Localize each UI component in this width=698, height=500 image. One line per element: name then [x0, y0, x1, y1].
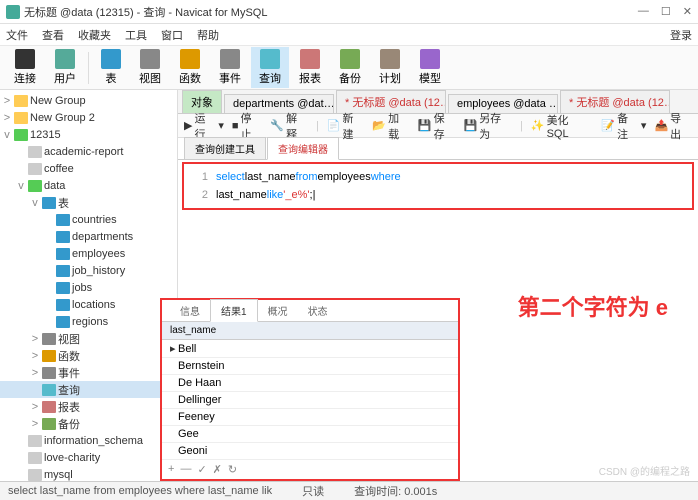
result-controls[interactable]: +—✓✗↻ — [162, 460, 458, 479]
results-panel: 信息 结果1 概况 状态 last_name ▸BellBernsteinDe … — [160, 298, 460, 481]
status-time: 查询时间: 0.001s — [354, 483, 437, 499]
toolbar-查询[interactable]: 查询 — [251, 47, 289, 88]
table-row[interactable]: De Haan — [162, 375, 458, 392]
tree-报表[interactable]: >报表 — [0, 398, 177, 415]
table-row[interactable]: Geoni — [162, 443, 458, 460]
tab-profile[interactable]: 概况 — [258, 300, 298, 321]
tree-备份[interactable]: >备份 — [0, 415, 177, 432]
toolbar-表[interactable]: 表 — [93, 47, 129, 88]
toolbar-报表[interactable]: 报表 — [291, 47, 329, 88]
save-button[interactable]: 💾 保存 — [418, 110, 456, 142]
tree-job_history[interactable]: job_history — [0, 262, 177, 279]
toolbar-用户[interactable]: 用户 — [46, 47, 84, 88]
tree-countries[interactable]: countries — [0, 211, 177, 228]
toolbar-函数[interactable]: 函数 — [171, 47, 209, 88]
tree-information_schema[interactable]: information_schema — [0, 432, 177, 449]
tree-表[interactable]: v表 — [0, 194, 177, 211]
toolbar-连接[interactable]: 连接 — [6, 47, 44, 88]
menu-帮助[interactable]: 帮助 — [197, 27, 219, 43]
login-link[interactable]: 登录 — [670, 27, 692, 43]
tab-query-builder[interactable]: 查询创建工具 — [184, 137, 266, 159]
tab-info[interactable]: 信息 — [170, 300, 210, 321]
tree-mysql[interactable]: mysql — [0, 466, 177, 481]
tree-data[interactable]: vdata — [0, 177, 177, 194]
status-readonly: 只读 — [302, 483, 324, 499]
app-icon — [6, 5, 20, 19]
toolbar-事件[interactable]: 事件 — [211, 47, 249, 88]
toolbar-备份[interactable]: 备份 — [331, 47, 369, 88]
menu-收藏夹[interactable]: 收藏夹 — [78, 27, 111, 43]
tree-查询[interactable]: 查询 — [0, 381, 177, 398]
tree-love-charity[interactable]: love-charity — [0, 449, 177, 466]
tree-事件[interactable]: >事件 — [0, 364, 177, 381]
tree-employees[interactable]: employees — [0, 245, 177, 262]
maximize-button[interactable]: ☐ — [661, 5, 671, 18]
toolbar-视图[interactable]: 视图 — [131, 47, 169, 88]
export-button[interactable]: 📤 导出 — [654, 110, 692, 142]
watermark: CSDN @的编程之路 — [599, 463, 690, 478]
menu-查看[interactable]: 查看 — [42, 27, 64, 43]
tree-academic-report[interactable]: academic-report — [0, 143, 177, 160]
toolbar-计划[interactable]: 计划 — [371, 47, 409, 88]
table-row[interactable]: ▸Bell — [162, 340, 458, 358]
tree-locations[interactable]: locations — [0, 296, 177, 313]
table-row[interactable]: Bernstein — [162, 358, 458, 375]
menu-窗口[interactable]: 窗口 — [161, 27, 183, 43]
tab-query-editor[interactable]: 查询编辑器 — [267, 137, 339, 160]
close-button[interactable]: ✕ — [683, 5, 692, 18]
menu-文件[interactable]: 文件 — [6, 27, 28, 43]
note-button[interactable]: 📝 备注 ▾ — [601, 110, 646, 142]
tree-regions[interactable]: regions — [0, 313, 177, 330]
tree-departments[interactable]: departments — [0, 228, 177, 245]
tree-New Group[interactable]: >New Group — [0, 92, 177, 109]
beautify-button[interactable]: ✨ 美化 SQL — [531, 112, 594, 140]
status-sql: select last_name from employees where la… — [8, 485, 272, 497]
menu-工具[interactable]: 工具 — [125, 27, 147, 43]
table-row[interactable]: Feeney — [162, 409, 458, 426]
table-row[interactable]: Dellinger — [162, 392, 458, 409]
tab-status[interactable]: 状态 — [298, 300, 338, 321]
column-header[interactable]: last_name — [162, 322, 458, 340]
tab-result1[interactable]: 结果1 — [210, 299, 258, 322]
toolbar-模型[interactable]: 模型 — [411, 47, 449, 88]
minimize-button[interactable]: — — [638, 5, 649, 18]
load-button[interactable]: 📂 加载 — [372, 110, 410, 142]
table-row[interactable]: Gee — [162, 426, 458, 443]
annotation-text: 第二个字符为 e — [518, 290, 668, 322]
window-title: 无标题 @data (12315) - 查询 - Navicat for MyS… — [24, 4, 638, 20]
saveas-button[interactable]: 💾 另存为 — [463, 110, 512, 142]
tree-函数[interactable]: >函数 — [0, 347, 177, 364]
sql-editor[interactable]: 1select last_name from employees where 2… — [182, 162, 694, 210]
tree-12315[interactable]: v12315 — [0, 126, 177, 143]
tree-jobs[interactable]: jobs — [0, 279, 177, 296]
tree-New Group 2[interactable]: >New Group 2 — [0, 109, 177, 126]
tree-视图[interactable]: >视图 — [0, 330, 177, 347]
tree-coffee[interactable]: coffee — [0, 160, 177, 177]
